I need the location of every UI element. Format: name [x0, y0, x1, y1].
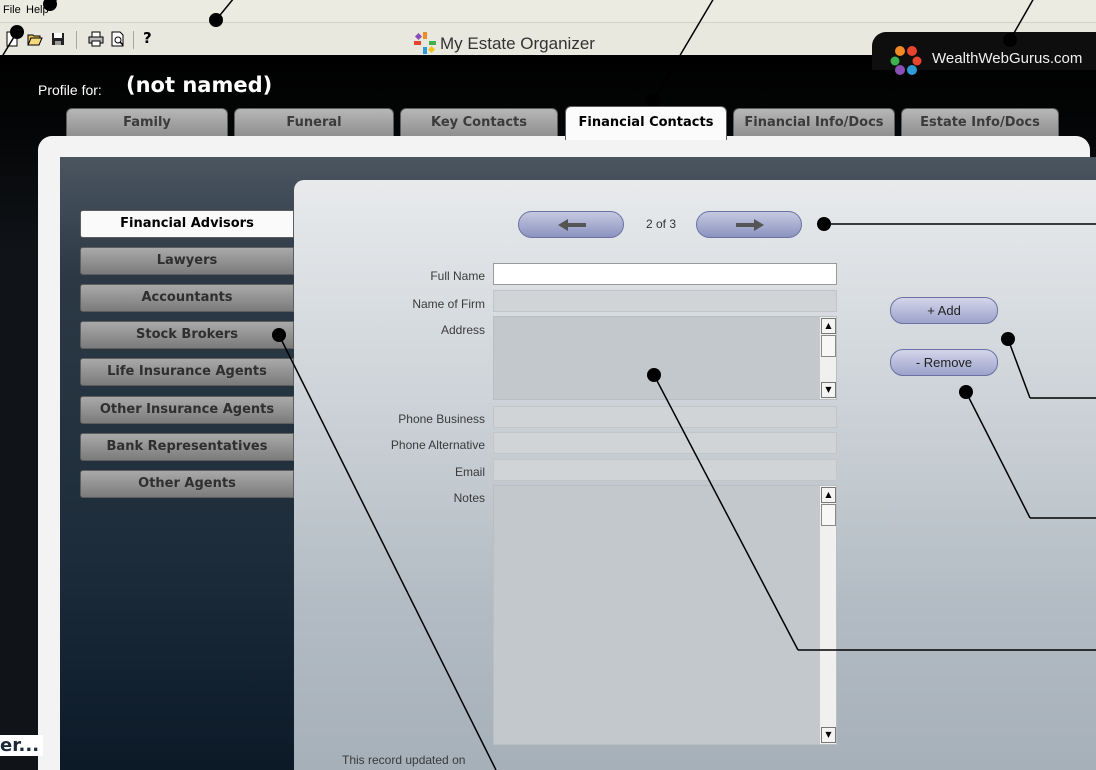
notes-field[interactable]: ▲ ▼	[493, 485, 837, 745]
app-title: My Estate Organizer	[440, 34, 595, 53]
full-name-label: Full Name	[430, 269, 485, 283]
sidebar-item-stock-brokers[interactable]: Stock Brokers	[80, 321, 294, 349]
app-logo-icon	[414, 32, 436, 54]
menu-help[interactable]: Help	[26, 4, 49, 16]
sidebar-item-other-agents[interactable]: Other Agents	[80, 470, 294, 498]
address-scrollbar[interactable]: ▲ ▼	[819, 317, 836, 399]
clipped-caption: er...	[0, 735, 44, 756]
next-record-button[interactable]	[696, 211, 802, 238]
full-name-field[interactable]	[493, 263, 837, 285]
firm-label: Name of Firm	[412, 297, 485, 311]
record-updated-label: This record updated on	[342, 753, 466, 767]
menu-file[interactable]: File	[3, 4, 21, 16]
arrow-right-icon	[736, 219, 764, 231]
previous-record-button[interactable]	[518, 211, 624, 238]
profile-name: (not named)	[126, 73, 273, 97]
email-field[interactable]	[493, 459, 837, 481]
toolbar-separator	[76, 31, 77, 49]
toolbar-separator	[133, 31, 134, 49]
phone-alternative-label: Phone Alternative	[390, 438, 485, 452]
record-counter: 2 of 3	[645, 217, 677, 231]
phone-business-field[interactable]	[493, 406, 837, 428]
phone-alternative-field[interactable]	[493, 432, 837, 454]
print-icon[interactable]	[88, 31, 104, 47]
add-record-button[interactable]: + Add	[890, 297, 998, 324]
notes-label: Notes	[453, 491, 485, 505]
sidebar-item-lawyers[interactable]: Lawyers	[80, 247, 294, 275]
sidebar-item-financial-advisors[interactable]: Financial Advisors	[80, 210, 294, 238]
tab-key-contacts[interactable]: Key Contacts	[400, 108, 558, 138]
tab-funeral[interactable]: Funeral	[234, 108, 394, 138]
sidebar-item-accountants[interactable]: Accountants	[80, 284, 294, 312]
address-label: Address	[440, 323, 485, 337]
sidebar-item-other-insurance-agents[interactable]: Other Insurance Agents	[80, 396, 294, 424]
tab-financial-contacts[interactable]: Financial Contacts	[565, 106, 727, 140]
address-field[interactable]: ▲ ▼	[493, 316, 837, 400]
firm-field[interactable]	[493, 290, 837, 312]
phone-business-label: Phone Business	[398, 412, 485, 426]
sidebar-item-bank-representatives[interactable]: Bank Representatives	[80, 433, 294, 461]
remove-record-button[interactable]: - Remove	[890, 349, 998, 376]
scroll-up-icon[interactable]: ▲	[821, 487, 836, 503]
sidebar-item-life-insurance-agents[interactable]: Life Insurance Agents	[80, 358, 294, 386]
profile-label: Profile for:	[38, 82, 102, 98]
brand-logo-icon	[890, 46, 922, 75]
tab-family[interactable]: Family	[66, 108, 228, 138]
new-icon[interactable]	[4, 31, 20, 47]
tab-estate-info-docs[interactable]: Estate Info/Docs	[901, 108, 1059, 138]
notes-scrollbar[interactable]: ▲ ▼	[819, 486, 836, 744]
email-label: Email	[454, 465, 485, 479]
scroll-thumb[interactable]	[821, 504, 836, 526]
tab-financial-info-docs[interactable]: Financial Info/Docs	[733, 108, 895, 138]
brand-name[interactable]: WealthWebGurus.com	[932, 50, 1082, 67]
scroll-down-icon[interactable]: ▼	[821, 727, 836, 743]
scroll-up-icon[interactable]: ▲	[821, 318, 836, 334]
help-icon[interactable]: ?	[143, 29, 152, 47]
arrow-left-icon	[558, 219, 586, 231]
scroll-down-icon[interactable]: ▼	[821, 382, 836, 398]
open-icon[interactable]	[27, 31, 43, 47]
print-preview-icon[interactable]	[110, 31, 126, 47]
save-icon[interactable]	[50, 31, 66, 47]
scroll-thumb[interactable]	[821, 335, 836, 357]
menu-bar: File Help	[0, 0, 1096, 22]
